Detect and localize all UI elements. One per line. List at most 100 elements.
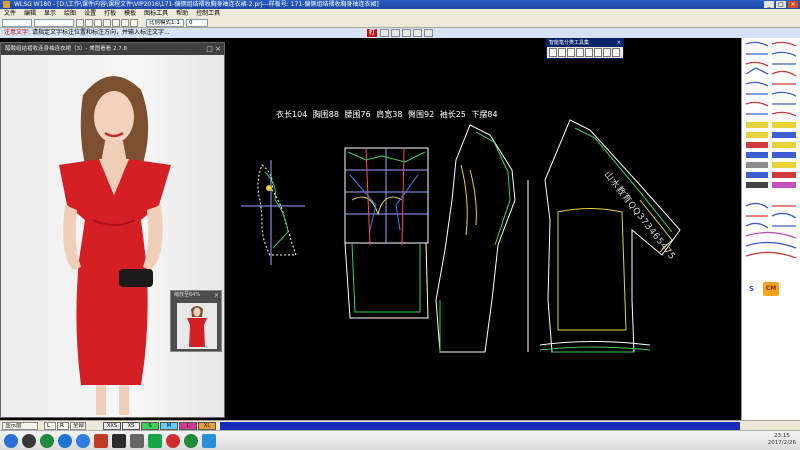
tool-button[interactable] (603, 48, 611, 57)
menu-draw[interactable]: 绘图 (60, 9, 80, 18)
tool-button[interactable] (585, 48, 593, 57)
status-left-button[interactable]: L (44, 422, 56, 430)
app-logo-icon (3, 1, 10, 8)
tool-button[interactable] (567, 48, 575, 57)
spreadsheet-app-icon[interactable] (148, 434, 162, 448)
close-button[interactable]: × (788, 1, 798, 8)
toolbar-button-a[interactable] (76, 19, 84, 27)
browser-icon[interactable] (40, 434, 54, 448)
prompt-bar: 注意文字: 请指定文字标注位置和标注方向，并输入标注文字... 打 (0, 28, 800, 38)
title-bar: WLSG W180 - [D:\工作\课件内容\课程文件\VIP2016\171… (0, 0, 800, 9)
status-progress-strip (220, 422, 740, 430)
toolbar-button-c[interactable] (94, 19, 102, 27)
toolbar-button-f[interactable] (121, 19, 129, 27)
bodice-pattern-piece (344, 147, 429, 319)
tool-button[interactable] (594, 48, 602, 57)
measurement-label: 衣长104 胸围88 腰围76 肩宽38 臀围92 袖长25 下摆84 (276, 110, 498, 119)
thumbnail-image (177, 303, 217, 349)
toolbar-button-g[interactable] (130, 19, 138, 27)
quick-button-3[interactable] (402, 29, 411, 37)
size-xs[interactable]: XS (122, 422, 140, 430)
s-app-icon[interactable] (184, 434, 198, 448)
taskbar: 23:15 2017/2/26 (0, 430, 800, 450)
smart-pen-toolbox: 智能笔分类工具集 × (546, 38, 624, 59)
cm-tool-button[interactable]: CM (763, 282, 779, 296)
start-menu-icon[interactable] (4, 434, 18, 448)
clock-date: 2017/2/26 (767, 440, 796, 446)
menu-pattern[interactable]: 打板 (100, 9, 120, 18)
zoom-input[interactable]: 0 (186, 19, 208, 27)
layer-combo[interactable] (2, 19, 32, 27)
display-layer-button[interactable]: 显示层 (2, 422, 38, 430)
toolbar-button-b[interactable] (85, 19, 93, 27)
status-bar: 显示层 L R 全部 XXS XS S M L XL (0, 420, 800, 430)
image-viewer-title: 醋酸组结褶收连身袖连衣裙（3）- 美图看看 2.7.8 □ × (1, 43, 224, 55)
media-player-icon[interactable] (22, 434, 36, 448)
size-m[interactable]: M (160, 422, 178, 430)
thumbnail-title: 缩放至64% × (171, 291, 221, 300)
right-tool-palette (741, 38, 800, 420)
thumbnail-navigator[interactable]: 缩放至64% × (170, 290, 222, 352)
qq-icon[interactable] (76, 434, 90, 448)
tool-button[interactable] (549, 48, 557, 57)
main-toolbar: 比例模式1:1 0 (0, 18, 800, 28)
toolbox-tools (547, 47, 623, 58)
toolbar-button-e[interactable] (112, 19, 120, 27)
status-all-button[interactable]: 全部 (70, 422, 86, 430)
image-viewer-controls[interactable]: □ × (206, 43, 221, 55)
window-controls: _ □ × (764, 1, 798, 8)
tool-palette-icons (745, 41, 797, 259)
image-viewer-title-text: 醋酸组结褶收连身袖连衣裙（3）- 美图看看 2.7.8 (5, 46, 127, 52)
menu-template[interactable]: 模板 (120, 9, 140, 18)
collar-pattern-piece (241, 160, 305, 265)
front-body-pattern-piece (435, 124, 529, 353)
word-app-icon[interactable] (202, 434, 216, 448)
clock-time: 23:15 (773, 433, 790, 439)
menu-settings[interactable]: 设置 (80, 9, 100, 18)
size-xl[interactable]: XL (198, 422, 216, 430)
s-tool-button[interactable]: S (749, 285, 754, 293)
ime-app-icon[interactable] (166, 434, 180, 448)
prompt-text: 请指定文字标注位置和标注方向，并输入标注文字... (31, 29, 170, 36)
quick-button-5[interactable] (424, 29, 433, 37)
thumbnail-title-text: 缩放至64% (174, 292, 201, 298)
toolbox-title-text: 智能笔分类工具集 (549, 40, 590, 46)
menu-file[interactable]: 文件 (0, 9, 20, 18)
tool-button[interactable] (576, 48, 584, 57)
size-s[interactable]: S (141, 422, 159, 430)
model-illustration (59, 76, 171, 415)
prompt-label: 注意文字: (4, 29, 31, 36)
window-title: WLSG W180 - [D:\工作\课件内容\课程文件\VIP2016\171… (14, 1, 379, 8)
menu-control-tools[interactable]: 控制工具 (192, 9, 224, 18)
minimize-button[interactable]: _ (764, 1, 774, 8)
menu-icon-tools[interactable]: 图标工具 (140, 9, 172, 18)
menu-bar: 文件 编辑 显示 绘图 设置 打板 模板 图标工具 帮助 控制工具 (0, 9, 800, 18)
style-combo[interactable] (34, 19, 74, 27)
quick-button-2[interactable] (391, 29, 400, 37)
toolbox-title: 智能笔分类工具集 × (547, 39, 623, 47)
app-window: WLSG W180 - [D:\工作\课件内容\课程文件\VIP2016\171… (0, 0, 800, 450)
pattern-app-icon[interactable] (94, 434, 108, 448)
image-viewer-window: 醋酸组结褶收连身袖连衣裙（3）- 美图看看 2.7.8 □ × (0, 42, 225, 418)
menu-help[interactable]: 帮助 (172, 9, 192, 18)
dress-photo (1, 55, 224, 417)
quick-button-1[interactable] (380, 29, 389, 37)
thumbnail-close-button[interactable]: × (214, 291, 219, 300)
tool-button[interactable] (558, 48, 566, 57)
quick-button-4[interactable] (413, 29, 422, 37)
print-button[interactable]: 打 (367, 29, 377, 37)
menu-view[interactable]: 显示 (40, 9, 60, 18)
taskbar-clock[interactable]: 23:15 2017/2/26 (768, 433, 796, 447)
image-app-icon[interactable] (130, 434, 144, 448)
toolbox-close-button[interactable]: × (617, 39, 621, 47)
menu-edit[interactable]: 编辑 (20, 9, 40, 18)
size-xxs[interactable]: XXS (103, 422, 121, 430)
scale-mode-combo[interactable]: 比例模式1:1 (146, 19, 184, 27)
tool-button[interactable] (612, 48, 620, 57)
viewer-app-icon[interactable] (112, 434, 126, 448)
maximize-button[interactable]: □ (776, 1, 786, 8)
k-app-icon[interactable] (58, 434, 72, 448)
size-l[interactable]: L (179, 422, 197, 430)
status-right-button[interactable]: R (57, 422, 69, 430)
toolbar-button-d[interactable] (103, 19, 111, 27)
